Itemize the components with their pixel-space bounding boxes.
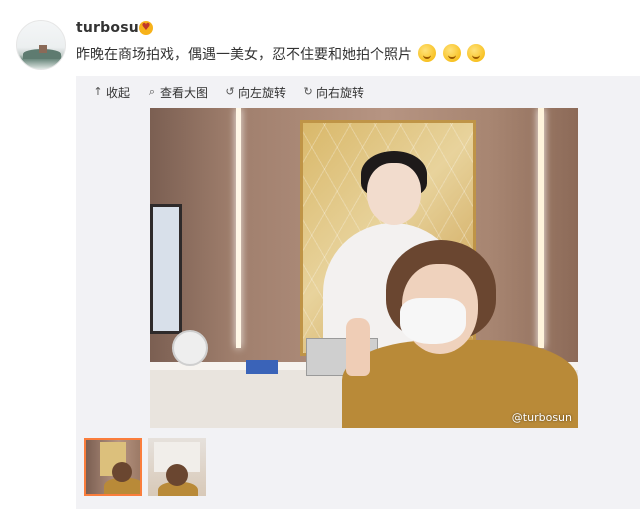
- photo-fan: [172, 330, 208, 366]
- collapse-label: 收起: [106, 85, 131, 100]
- thumbnail-1[interactable]: [84, 438, 142, 496]
- thumbnail-hair: [112, 462, 132, 482]
- post-text-line: 昨晚在商场拍戏，偶遇一美女，忍不住要和她拍个照片: [76, 44, 486, 64]
- view-large-button[interactable]: ⌕ 查看大图: [146, 84, 208, 100]
- rotate-right-label: 向右旋转: [316, 85, 365, 100]
- thumbnail-strip: [84, 438, 206, 496]
- post-avatar[interactable]: [16, 20, 66, 70]
- media-toolbar: ↑ 收起 ⌕ 查看大图 ↺ 向左旋转 ↻ 向右旋转: [92, 84, 364, 100]
- photo-watermark: @turbosun: [511, 411, 572, 424]
- rotate-left-icon: ↺: [225, 85, 235, 98]
- avatar-hut-shape: [39, 45, 47, 53]
- photo-pos-terminal: [246, 360, 278, 374]
- rotate-right-icon: ↻: [303, 85, 313, 98]
- doge-face-icon: [418, 44, 437, 62]
- rotate-right-button[interactable]: ↻ 向右旋转: [302, 84, 364, 100]
- thumbnail-hair: [166, 464, 188, 486]
- photo-light-strip: [538, 108, 544, 348]
- arrow-up-icon: ↑: [93, 85, 103, 98]
- poster-figure-face: [367, 163, 421, 225]
- main-photo[interactable]: @turbosun: [150, 108, 578, 428]
- smile-heart-eyes-icon: ♥: [139, 21, 153, 35]
- rotate-left-label: 向左旋转: [238, 85, 287, 100]
- media-viewer: ↑ 收起 ⌕ 查看大图 ↺ 向左旋转 ↻ 向右旋转 @turbosun: [76, 76, 640, 509]
- post-text: 昨晚在商场拍戏，偶遇一美女，忍不住要和她拍个照片: [76, 47, 412, 63]
- doge-face-icon: [442, 44, 461, 62]
- photo-screen: [150, 204, 182, 334]
- photo-light-strip: [236, 108, 241, 348]
- collapse-button[interactable]: ↑ 收起: [92, 84, 130, 100]
- thumbnail-2[interactable]: [148, 438, 206, 496]
- photo-person-mask: [400, 298, 466, 344]
- search-icon: ⌕: [148, 85, 156, 98]
- rotate-left-button[interactable]: ↺ 向左旋转: [224, 84, 286, 100]
- doge-face-icon: [467, 44, 486, 62]
- view-large-label: 查看大图: [160, 85, 209, 100]
- photo-peace-hand: [346, 318, 370, 376]
